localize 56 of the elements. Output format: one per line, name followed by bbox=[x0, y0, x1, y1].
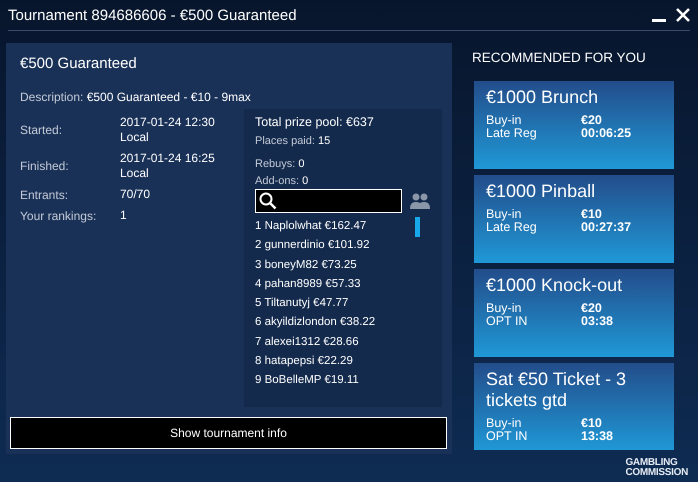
card-value: €10 bbox=[581, 208, 603, 221]
ranking-entry[interactable]: 4 pahan8989 €57.33 bbox=[255, 274, 432, 294]
detail-value: 1 bbox=[120, 208, 128, 223]
ranking-entry[interactable]: 2 gunnerdinio €101.92 bbox=[255, 236, 432, 256]
tournament-card[interactable]: €1000 Knock-out Buy-in €20 OPT IN 03:38 bbox=[474, 269, 674, 357]
card-title: €1000 Pinball bbox=[486, 181, 596, 202]
scrollbar-thumb[interactable] bbox=[415, 217, 420, 237]
ranking-entry[interactable]: 9 BoBelleMP €19.11 bbox=[255, 371, 432, 391]
card-title: €1000 Knock-out bbox=[486, 275, 624, 296]
card-value: €10 bbox=[581, 417, 603, 430]
prize-pool-text: Total prize pool: €637 bbox=[255, 115, 375, 129]
window-title: Tournament 894686606 - €500 Guaranteed bbox=[8, 6, 298, 24]
players-icon[interactable] bbox=[409, 193, 431, 209]
ranking-entry[interactable]: 3 boneyM82 €73.25 bbox=[255, 256, 432, 275]
detail-value: 70/70 bbox=[120, 187, 152, 202]
card-label: OPT IN bbox=[486, 430, 528, 443]
card-label: Late Reg bbox=[486, 221, 538, 234]
detail-label: Entrants: bbox=[20, 188, 70, 202]
tournament-name: €500 Guaranteed bbox=[20, 55, 138, 72]
tournament-description: Description: €500 Guaranteed - €10 - 9max bbox=[20, 90, 252, 104]
card-value: €20 bbox=[581, 302, 603, 315]
card-value: 03:38 bbox=[581, 315, 614, 328]
card-value: 00:27:37 bbox=[581, 221, 632, 234]
card-label: Buy-in bbox=[486, 302, 522, 315]
detail-label: Started: bbox=[20, 123, 64, 137]
card-label: Buy-in bbox=[486, 417, 522, 430]
card-label: Buy-in bbox=[486, 114, 522, 127]
card-label: Late Reg bbox=[486, 127, 538, 140]
card-value: €20 bbox=[581, 114, 603, 127]
detail-label: Finished: bbox=[20, 159, 70, 173]
detail-label: Your rankings: bbox=[20, 208, 98, 222]
show-info-button[interactable]: Show tournament info bbox=[10, 417, 447, 449]
card-title: €1000 Brunch bbox=[486, 87, 600, 108]
addons-text: Add-ons: 0 bbox=[255, 175, 310, 187]
card-value: 13:38 bbox=[581, 430, 614, 443]
regulator-logo: GAMBLING COMMISSION bbox=[625, 458, 688, 478]
ranking-entry[interactable]: 8 hatapepsi €22.29 bbox=[255, 352, 432, 372]
ranking-entry[interactable]: 7 alexei1312 €28.66 bbox=[255, 332, 432, 352]
section-heading: RECOMMENDED FOR YOU bbox=[472, 50, 647, 65]
card-label: OPT IN bbox=[486, 315, 528, 328]
search-field[interactable] bbox=[255, 189, 402, 213]
search-icon bbox=[259, 192, 277, 210]
ranking-entry[interactable]: 1 Naplolwhat €162.47 bbox=[255, 217, 432, 236]
tournament-card[interactable]: €1000 Brunch Buy-in €20 Late Reg 00:06:25 bbox=[474, 81, 674, 169]
detail-value: 2017-01-24 16:25 Local bbox=[120, 151, 216, 181]
ranking-entry[interactable]: 6 akyildizlondon €38.22 bbox=[255, 313, 432, 333]
detail-value: 2017-01-24 12:30 Local bbox=[120, 115, 216, 145]
close-icon[interactable] bbox=[676, 8, 690, 22]
places-paid-text: Places paid: 15 bbox=[255, 135, 332, 147]
card-label: Buy-in bbox=[486, 208, 522, 221]
card-title: Sat €50 Ticket - 3 tickets gtd bbox=[486, 369, 628, 411]
rebuys-text: Rebuys: 0 bbox=[255, 158, 306, 170]
card-value: 00:06:25 bbox=[581, 127, 632, 140]
ranking-entry[interactable]: 5 Tiltanutyj €47.77 bbox=[255, 294, 432, 314]
tournament-card[interactable]: €1000 Pinball Buy-in €10 Late Reg 00:27:37 bbox=[474, 175, 674, 263]
tournament-card[interactable]: Sat €50 Ticket - 3 tickets gtd Buy-in €10 OPT IN 13:38 bbox=[474, 363, 674, 450]
